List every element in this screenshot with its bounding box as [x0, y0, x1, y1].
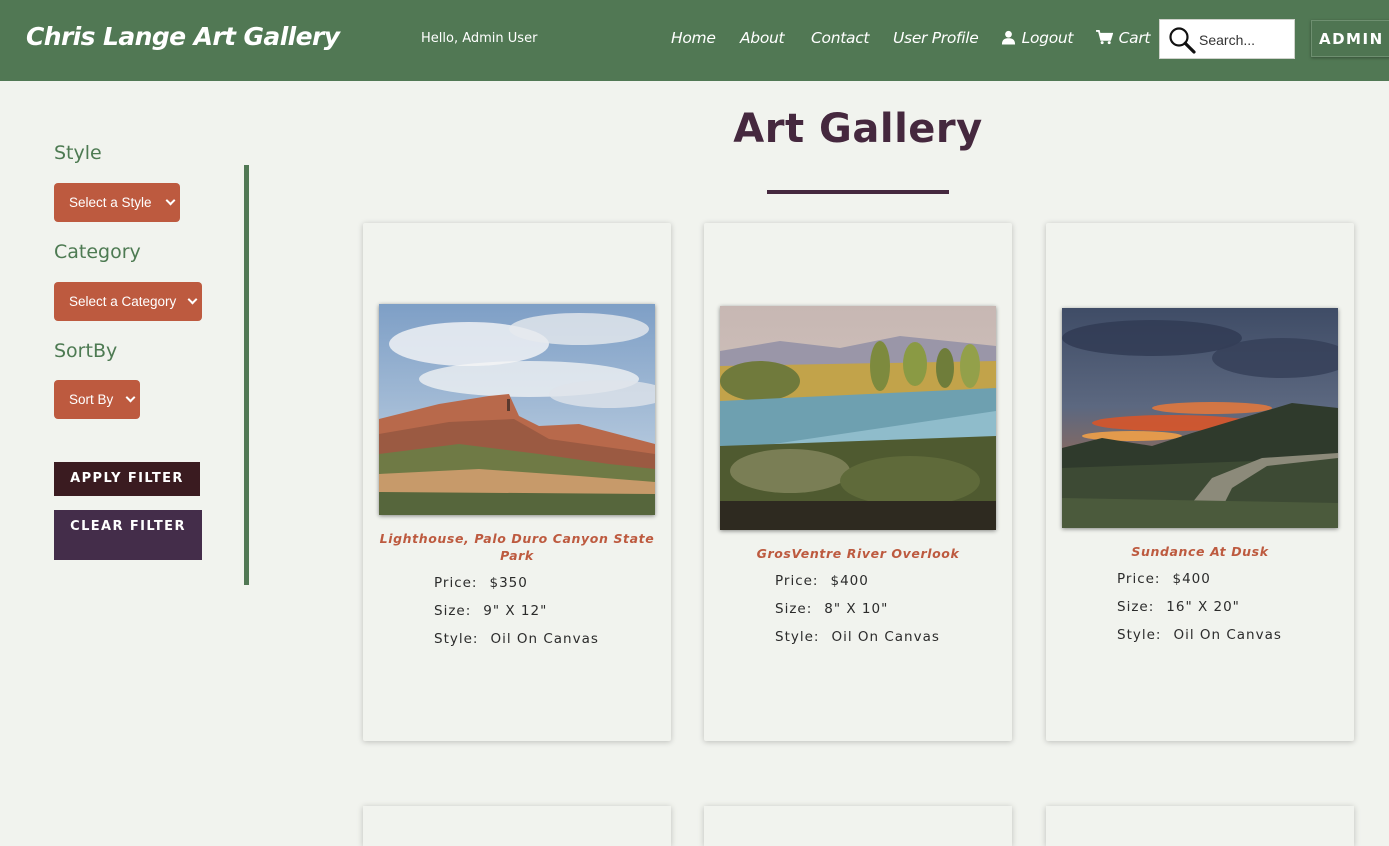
price-label: Price:: [434, 575, 478, 591]
admin-menu-button[interactable]: ADMIN: [1311, 20, 1389, 57]
sidebar-divider: [244, 165, 249, 585]
style-label: Style:: [434, 631, 479, 647]
artwork-card[interactable]: Lighthouse, Palo Duro Canyon State Park …: [363, 223, 671, 741]
artwork-image[interactable]: [379, 304, 655, 515]
artwork-card[interactable]: [704, 806, 1012, 846]
style-label: Style:: [775, 629, 820, 645]
size-label: Size:: [775, 601, 813, 617]
nav-logout[interactable]: Logout: [1001, 29, 1073, 47]
artwork-title[interactable]: Sundance At Dusk: [1060, 543, 1340, 560]
nav-contact[interactable]: Contact: [811, 29, 870, 47]
chevron-down-icon: [125, 392, 136, 403]
cart-icon: [1096, 29, 1119, 47]
artwork-style: Style: Oil On Canvas: [775, 629, 940, 645]
admin-label: ADMIN: [1319, 30, 1384, 48]
nav-cart[interactable]: Cart: [1096, 29, 1151, 47]
artwork-style: Style: Oil On Canvas: [1117, 627, 1282, 643]
size-value: 8" X 10": [824, 601, 889, 617]
artwork-price: Price: $400: [1117, 571, 1211, 587]
price-label: Price:: [1117, 571, 1161, 587]
size-value: 16" X 20": [1166, 599, 1240, 615]
price-value: $350: [489, 575, 528, 591]
page-title: Art Gallery: [733, 106, 983, 152]
clear-filter-button[interactable]: CLEAR FILTER: [54, 510, 202, 560]
category-filter-heading: Category: [54, 241, 141, 263]
artwork-title[interactable]: GrosVentre River Overlook: [718, 545, 998, 562]
artwork-card[interactable]: [363, 806, 671, 846]
nav-user-profile[interactable]: User Profile: [893, 29, 979, 47]
style-select-value: Select a Style: [69, 195, 152, 210]
artwork-card[interactable]: [1046, 806, 1354, 846]
style-label: Style:: [1117, 627, 1162, 643]
size-label: Size:: [434, 603, 472, 619]
sort-select[interactable]: Sort By: [54, 380, 140, 419]
artwork-card[interactable]: Sundance At Dusk Price: $400 Size: 16" X 2…: [1046, 223, 1354, 741]
search-box[interactable]: [1159, 19, 1295, 59]
artwork-price: Price: $350: [434, 575, 528, 591]
nav-home[interactable]: Home: [671, 29, 716, 47]
artwork-title[interactable]: Lighthouse, Palo Duro Canyon State Park: [377, 530, 657, 564]
style-value: Oil On Canvas: [490, 631, 599, 647]
search-input[interactable]: [1199, 31, 1289, 49]
size-label: Size:: [1117, 599, 1155, 615]
style-filter-heading: Style: [54, 142, 102, 164]
user-greeting: Hello, Admin User: [421, 31, 538, 46]
artwork-size: Size: 9" X 12": [434, 603, 547, 619]
artwork-image[interactable]: [720, 306, 996, 530]
nav-logout-label: Logout: [1021, 29, 1074, 47]
artwork-image[interactable]: [1062, 308, 1338, 528]
nav-cart-label: Cart: [1118, 29, 1151, 47]
chevron-down-icon: [165, 195, 176, 206]
artwork-style: Style: Oil On Canvas: [434, 631, 599, 647]
brand-logo[interactable]: Chris Lange Art Gallery: [26, 22, 340, 51]
chevron-down-icon: [187, 294, 198, 305]
apply-filter-button[interactable]: APPLY FILTER: [54, 462, 200, 496]
artwork-price: Price: $400: [775, 573, 869, 589]
artwork-card[interactable]: GrosVentre River Overlook Price: $400 Siz…: [704, 223, 1012, 741]
sort-select-value: Sort By: [69, 392, 114, 407]
price-label: Price:: [775, 573, 819, 589]
price-value: $400: [1172, 571, 1211, 587]
top-navbar: Chris Lange Art Gallery Hello, Admin Use…: [0, 0, 1389, 81]
sort-heading: SortBy: [54, 340, 118, 362]
price-value: $400: [830, 573, 869, 589]
category-select[interactable]: Select a Category: [54, 282, 202, 321]
artwork-size: Size: 8" X 10": [775, 601, 888, 617]
title-underline: [767, 190, 949, 194]
category-select-value: Select a Category: [69, 294, 177, 309]
user-icon: [1001, 29, 1022, 47]
style-value: Oil On Canvas: [1173, 627, 1282, 643]
style-value: Oil On Canvas: [831, 629, 940, 645]
style-select[interactable]: Select a Style: [54, 183, 180, 222]
size-value: 9" X 12": [483, 603, 548, 619]
artwork-size: Size: 16" X 20": [1117, 599, 1240, 615]
nav-about[interactable]: About: [740, 29, 785, 47]
